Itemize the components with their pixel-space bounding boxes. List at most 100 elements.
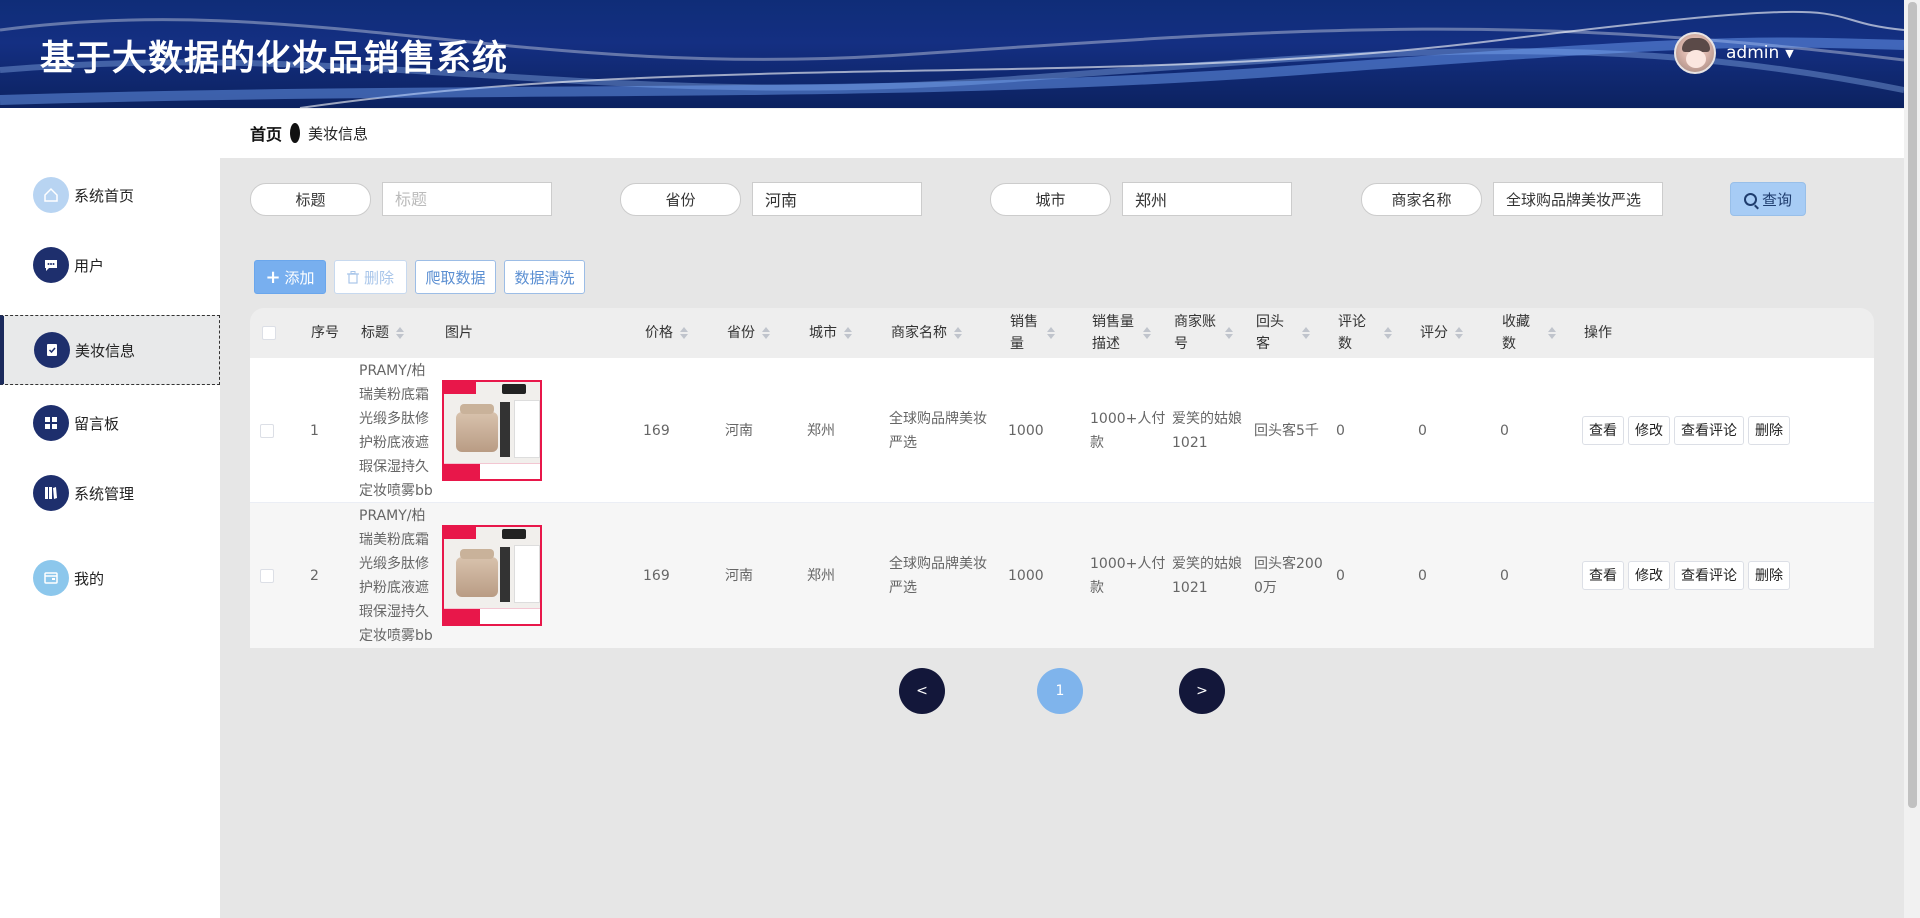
cell-sales: 1000 [1008, 422, 1044, 439]
view-comments-button[interactable]: 查看评论 [1674, 416, 1744, 445]
page-1-button[interactable]: 1 [1037, 668, 1083, 714]
cell-merchant-account: 爱笑的姑娘1021 [1172, 555, 1242, 596]
sort-icon[interactable] [396, 327, 404, 339]
sort-icon[interactable] [1455, 327, 1463, 339]
column-header-price[interactable]: 价格 [645, 308, 688, 358]
avatar[interactable] [1674, 32, 1716, 74]
cell-index: 1 [310, 422, 319, 439]
sort-icon[interactable] [680, 327, 688, 339]
column-header-repeat-customers[interactable]: 回头客 [1256, 308, 1318, 358]
column-header-city[interactable]: 城市 [809, 308, 852, 358]
sort-icon[interactable] [1047, 327, 1055, 339]
column-header-favorites[interactable]: 收藏数 [1502, 308, 1564, 358]
sidebar-item-label: 系统首页 [74, 186, 135, 205]
column-header-merchant[interactable]: 商家名称 [891, 308, 962, 358]
cell-repeat-customers: 回头客2000万 [1254, 555, 1323, 596]
clipboard-icon [34, 332, 70, 368]
row-checkbox[interactable] [260, 358, 274, 503]
column-header-score[interactable]: 评分 [1420, 308, 1463, 358]
prev-page-button[interactable]: < [899, 668, 945, 714]
sidebar: 系统首页 用户 美妆信息 留言板 系统管理 我的 [0, 108, 220, 918]
next-page-button[interactable]: > [1179, 668, 1225, 714]
merchant-search-label: 商家名称 [1361, 183, 1482, 216]
cell-comments: 0 [1336, 567, 1345, 584]
clean-data-button[interactable]: 数据清洗 [504, 260, 585, 294]
sort-icon[interactable] [1548, 327, 1556, 339]
province-search-label: 省份 [620, 183, 741, 216]
user-menu[interactable]: admin ▼ [1674, 32, 1794, 74]
cell-title: PRAMY/柏瑞美粉底霜光缎多肽修护粉底液遮瑕保湿持久定妆喷雾bb [359, 507, 433, 644]
view-comments-button[interactable]: 查看评论 [1674, 561, 1744, 590]
cell-favorites: 0 [1500, 422, 1509, 439]
cell-image [442, 358, 542, 503]
sidebar-item-users[interactable]: 用户 [0, 230, 220, 300]
delete-button-label: 删除 [363, 268, 394, 287]
product-image [442, 525, 542, 626]
column-header-comments[interactable]: 评论数 [1338, 308, 1400, 358]
caret-down-icon[interactable]: ▼ [1785, 47, 1793, 60]
crawl-data-button[interactable]: 爬取数据 [415, 260, 496, 294]
column-header-sales-desc[interactable]: 销售量描述 [1092, 308, 1154, 358]
cell-price: 169 [643, 422, 670, 439]
sidebar-item-home[interactable]: 系统首页 [0, 160, 220, 230]
sort-icon[interactable] [1225, 327, 1233, 339]
row-delete-button[interactable]: 删除 [1748, 416, 1790, 445]
cell-city: 郑州 [807, 422, 835, 439]
cell-province: 河南 [725, 422, 753, 439]
sidebar-item-system-management[interactable]: 系统管理 [0, 458, 220, 528]
sidebar-item-message-board[interactable]: 留言板 [0, 388, 220, 458]
cell-title: PRAMY/柏瑞美粉底霜光缎多肽修护粉底液遮瑕保湿持久定妆喷雾bb [359, 362, 433, 499]
row-checkbox[interactable] [260, 503, 274, 648]
sort-icon[interactable] [1384, 327, 1392, 339]
column-header-province[interactable]: 省份 [727, 308, 770, 358]
cell-city: 郑州 [807, 567, 835, 584]
breadcrumb-separator-icon [290, 123, 301, 143]
cell-merchant: 全球购品牌美妆严选 [889, 555, 987, 596]
plus-icon: + [265, 266, 281, 288]
scrollbar-thumb[interactable] [1908, 2, 1917, 808]
column-header-merchant-account[interactable]: 商家账号 [1174, 308, 1236, 358]
table-row: 2 PRAMY/柏瑞美粉底霜光缎多肽修护粉底液遮瑕保湿持久定妆喷雾bb 169 … [250, 503, 1874, 648]
sidebar-item-label: 美妆信息 [75, 341, 136, 360]
sort-icon[interactable] [762, 327, 770, 339]
column-header-sales[interactable]: 销售量 [1010, 308, 1072, 358]
breadcrumb-current: 美妆信息 [308, 124, 369, 143]
merchant-search-input[interactable] [1493, 182, 1663, 216]
title-search-input[interactable] [382, 182, 552, 216]
cell-index: 2 [310, 567, 319, 584]
province-search-input[interactable] [752, 182, 922, 216]
sort-icon[interactable] [954, 327, 962, 339]
select-all-checkbox[interactable] [262, 308, 276, 358]
title-search-label: 标题 [250, 183, 371, 216]
cell-score: 0 [1418, 567, 1427, 584]
edit-button[interactable]: 修改 [1628, 416, 1670, 445]
city-search-input[interactable] [1122, 182, 1292, 216]
product-image [442, 380, 542, 481]
sort-icon[interactable] [844, 327, 852, 339]
breadcrumb: 首页 美妆信息 [250, 121, 368, 145]
sidebar-item-beauty-info[interactable]: 美妆信息 [0, 315, 220, 385]
wallet-icon [33, 560, 69, 596]
sort-icon[interactable] [1143, 327, 1151, 339]
cell-sales-desc: 1000+人付款 [1090, 410, 1166, 451]
query-button[interactable]: 查询 [1730, 182, 1806, 216]
cell-repeat-customers: 回头客5千 [1254, 422, 1319, 439]
sidebar-item-mine[interactable]: 我的 [0, 543, 220, 613]
edit-button[interactable]: 修改 [1628, 561, 1670, 590]
cell-province: 河南 [725, 567, 753, 584]
add-button[interactable]: + 添加 [254, 260, 326, 294]
sort-icon[interactable] [1302, 327, 1310, 339]
view-button[interactable]: 查看 [1582, 416, 1624, 445]
row-delete-button[interactable]: 删除 [1748, 561, 1790, 590]
vertical-scrollbar[interactable] [1904, 0, 1920, 918]
column-header-title[interactable]: 标题 [361, 308, 404, 358]
sidebar-item-label: 系统管理 [74, 484, 135, 503]
username[interactable]: admin [1726, 43, 1779, 63]
cell-actions: 查看 修改 查看评论 删除 [1582, 503, 1794, 648]
cell-merchant-account: 爱笑的姑娘1021 [1172, 410, 1242, 451]
main-content: 标题 省份 城市 商家名称 查询 + 添加 删除 爬取数据 数据清洗 序号 标题… [220, 158, 1904, 918]
view-button[interactable]: 查看 [1582, 561, 1624, 590]
breadcrumb-home[interactable]: 首页 [250, 121, 282, 145]
column-header-index: 序号 [311, 325, 339, 341]
delete-button[interactable]: 删除 [334, 260, 407, 294]
